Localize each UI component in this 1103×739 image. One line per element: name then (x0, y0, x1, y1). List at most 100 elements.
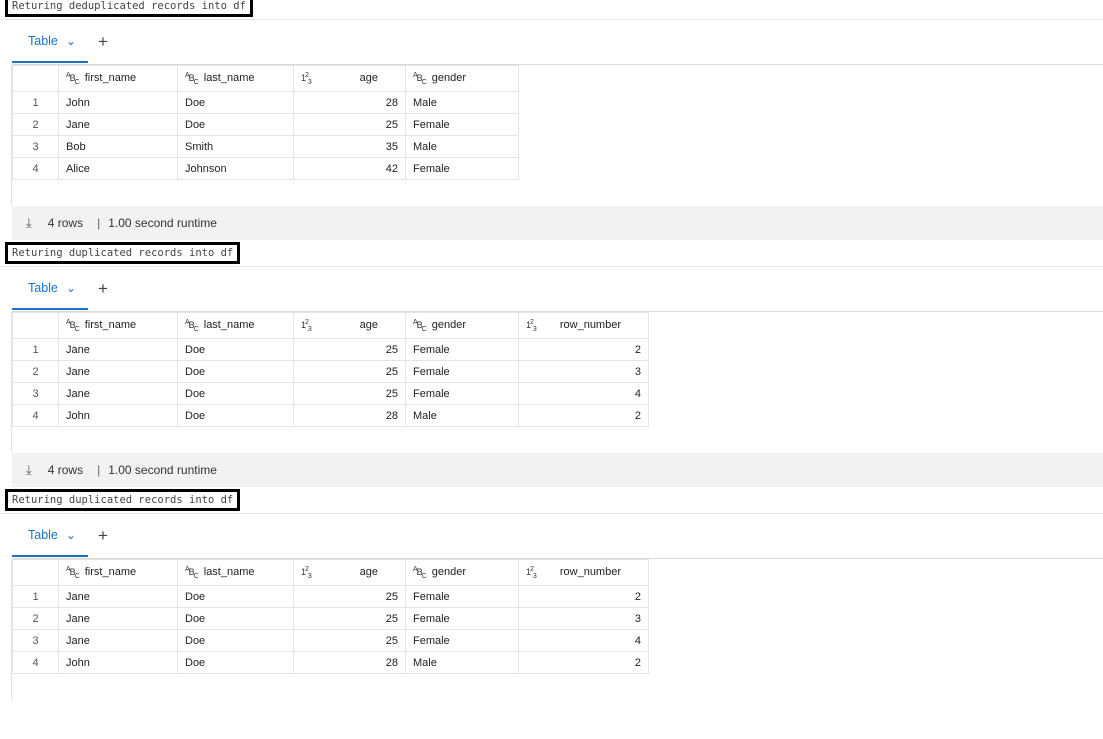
numeric-type-icon: 123 (526, 318, 537, 333)
table-cell: Doe (177, 651, 294, 674)
add-visualization-button[interactable]: + (98, 514, 108, 557)
table-row: 4 John Doe 28 Male 2 (12, 404, 649, 427)
table-cell: 4 (518, 629, 649, 652)
column-header-row-number[interactable]: 123 row_number (518, 312, 649, 339)
table-cell: Alice (58, 157, 178, 180)
table-cell: Female (405, 113, 519, 136)
row-index: 4 (12, 651, 59, 674)
string-type-icon: ABC (185, 565, 199, 580)
table-cell: 28 (293, 91, 406, 114)
runtime-label: 1.00 second runtime (108, 216, 217, 230)
cell-left-rule (11, 559, 12, 699)
column-header-last-name[interactable]: ABC last_name (177, 312, 294, 339)
table-cell: 2 (518, 585, 649, 608)
numeric-type-icon: 123 (301, 71, 312, 86)
table-cell: 3 (518, 607, 649, 630)
column-header-first-name[interactable]: ABC first_name (58, 65, 178, 92)
table-cell: Female (405, 585, 519, 608)
cell-caption: Returing deduplicated records into df (5, 0, 253, 17)
string-type-icon: ABC (185, 71, 199, 86)
table-cell: Jane (58, 629, 178, 652)
add-visualization-button[interactable]: + (98, 267, 108, 310)
column-header-age[interactable]: 123 age (293, 65, 406, 92)
table-row: 2 Jane Doe 25 Female (12, 113, 519, 136)
table-cell: Jane (58, 382, 178, 405)
output-cell: Returing duplicated records into df Table… (0, 242, 1103, 492)
chevron-down-icon[interactable]: ⌄ (66, 528, 76, 542)
add-visualization-button[interactable]: + (98, 20, 108, 63)
download-icon[interactable]: ⤓ (26, 462, 32, 478)
column-header-label: last_name (203, 318, 255, 331)
cell-caption-bar: Returing duplicated records into df (5, 489, 1103, 511)
column-header-last-name[interactable]: ABC last_name (177, 65, 294, 92)
column-header-first-name[interactable]: ABC first_name (58, 559, 178, 586)
row-index-header (12, 65, 59, 92)
table-cell: Jane (58, 585, 178, 608)
table-cell: Male (405, 404, 519, 427)
table-cell: Female (405, 157, 519, 180)
tab-table[interactable]: Table ⌄ (12, 514, 88, 557)
column-header-age[interactable]: 123 age (293, 559, 406, 586)
table-row: 1 Jane Doe 25 Female 2 (12, 338, 649, 361)
result-tabbar: Table ⌄ + (12, 514, 1103, 559)
table-cell: 42 (293, 157, 406, 180)
table-cell: 28 (293, 404, 406, 427)
row-index: 1 (12, 91, 59, 114)
table-cell: Doe (177, 113, 294, 136)
numeric-type-icon: 123 (526, 565, 537, 580)
chevron-down-icon[interactable]: ⌄ (66, 281, 76, 295)
table-cell: Jane (58, 113, 178, 136)
column-header-first-name[interactable]: ABC first_name (58, 312, 178, 339)
output-cell: Returing deduplicated records into df Tab… (0, 0, 1103, 245)
column-header-gender[interactable]: ABC gender (405, 312, 519, 339)
column-header-label: gender (431, 565, 467, 578)
row-count: 4 rows (47, 463, 84, 477)
table-cell: 25 (293, 585, 406, 608)
string-type-icon: ABC (66, 565, 80, 580)
column-header-label: age (359, 71, 378, 84)
cell-left-rule (11, 312, 12, 452)
column-header-gender[interactable]: ABC gender (405, 65, 519, 92)
tab-table[interactable]: Table ⌄ (12, 267, 88, 310)
table-cell: Jane (58, 607, 178, 630)
column-header-label: row_number (559, 318, 621, 331)
string-type-icon: ABC (413, 318, 427, 333)
column-header-label: first_name (84, 71, 137, 84)
table-row: 4 John Doe 28 Male 2 (12, 651, 649, 674)
result-table: ABC first_name ABC last_name 123 age ABC gender… (12, 65, 519, 180)
column-header-gender[interactable]: ABC gender (405, 559, 519, 586)
column-header-label: age (359, 318, 378, 331)
string-type-icon: ABC (66, 71, 80, 86)
download-icon[interactable]: ⤓ (26, 215, 32, 231)
chevron-down-icon[interactable]: ⌄ (66, 34, 76, 48)
table-cell: 25 (293, 113, 406, 136)
result-table: ABC first_name ABC last_name 123 age ABC gender… (12, 559, 649, 674)
tab-table-label: Table (28, 527, 58, 542)
column-header-label: first_name (84, 565, 137, 578)
table-cell: 3 (518, 360, 649, 383)
column-header-age[interactable]: 123 age (293, 312, 406, 339)
table-cell: Female (405, 629, 519, 652)
tab-table[interactable]: Table ⌄ (12, 20, 88, 63)
cell-left-rule (11, 65, 12, 205)
row-index: 4 (12, 404, 59, 427)
column-header-last-name[interactable]: ABC last_name (177, 559, 294, 586)
table-cell: Doe (177, 360, 294, 383)
table-cell: 25 (293, 607, 406, 630)
result-table: ABC first_name ABC last_name 123 age ABC gender… (12, 312, 649, 427)
numeric-type-icon: 123 (301, 565, 312, 580)
table-cell: Doe (177, 404, 294, 427)
column-header-label: last_name (203, 71, 255, 84)
table-row: 1 John Doe 28 Male (12, 91, 519, 114)
table-cell: 2 (518, 338, 649, 361)
footer-separator: | (97, 463, 101, 477)
table-cell: 25 (293, 382, 406, 405)
row-count: 4 rows (47, 216, 84, 230)
row-index-header (12, 312, 59, 339)
string-type-icon: ABC (413, 71, 427, 86)
result-tabbar: Table ⌄ + (12, 267, 1103, 312)
table-cell: Bob (58, 135, 178, 158)
column-header-row-number[interactable]: 123 row_number (518, 559, 649, 586)
column-header-label: last_name (203, 565, 255, 578)
table-cell: 2 (518, 404, 649, 427)
